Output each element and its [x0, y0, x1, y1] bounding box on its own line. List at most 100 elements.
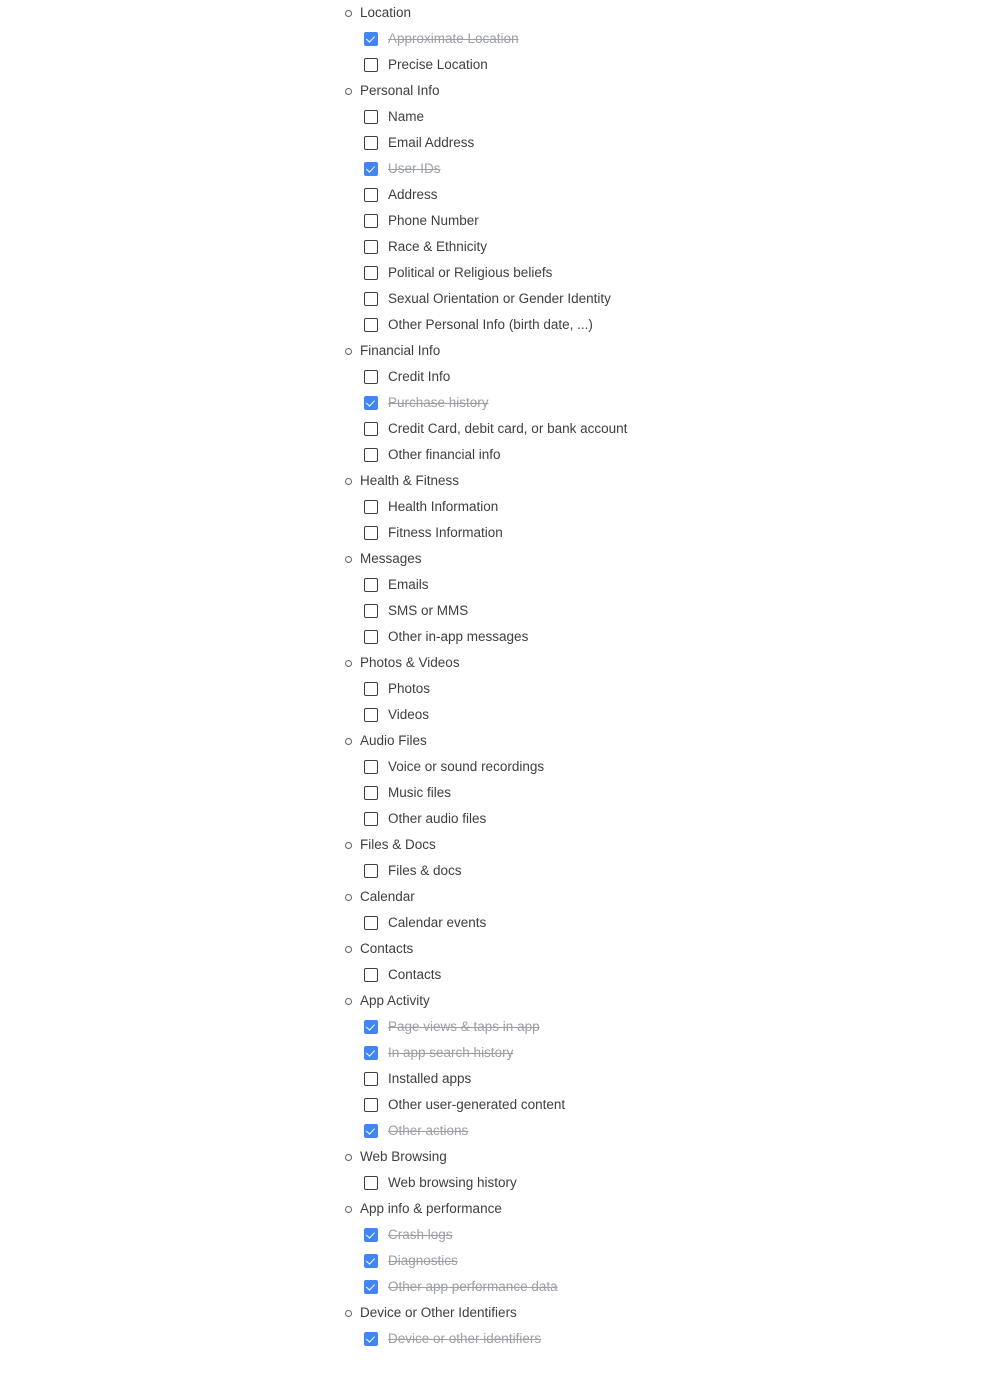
checkbox-unchecked-icon[interactable]: [364, 1098, 378, 1112]
checkbox-label: Phone Number: [388, 213, 479, 228]
checkbox-checked-icon[interactable]: [364, 1124, 378, 1138]
checkbox-unchecked-icon[interactable]: [364, 760, 378, 774]
checkbox-label: Precise Location: [388, 57, 488, 72]
checkbox-label: Device or other identifiers: [388, 1331, 542, 1346]
checkbox-unchecked-icon[interactable]: [364, 318, 378, 332]
circle-bullet-icon: [340, 556, 356, 563]
checkbox-row[interactable]: Emails: [340, 572, 980, 598]
checkbox-unchecked-icon[interactable]: [364, 864, 378, 878]
checkbox-row[interactable]: Diagnostics: [340, 1248, 980, 1274]
checkbox-checked-icon[interactable]: [364, 1046, 378, 1060]
checkbox-row[interactable]: Other audio files: [340, 806, 980, 832]
checkbox-row[interactable]: Other app performance data: [340, 1274, 980, 1300]
checkbox-unchecked-icon[interactable]: [364, 682, 378, 696]
checkbox-checked-icon[interactable]: [364, 1020, 378, 1034]
circle-bullet-icon: [340, 1154, 356, 1161]
checkbox-row[interactable]: Email Address: [340, 130, 980, 156]
checkbox-checked-icon[interactable]: [364, 1228, 378, 1242]
checkbox-row[interactable]: Credit Card, debit card, or bank account: [340, 416, 980, 442]
checkbox-row[interactable]: Contacts: [340, 962, 980, 988]
checkbox-row[interactable]: Web browsing history: [340, 1170, 980, 1196]
checkbox-unchecked-icon[interactable]: [364, 58, 378, 72]
checkbox-label: Credit Info: [388, 369, 451, 384]
checkbox-row[interactable]: User IDs: [340, 156, 980, 182]
checkbox-unchecked-icon[interactable]: [364, 604, 378, 618]
checkbox-unchecked-icon[interactable]: [364, 1072, 378, 1086]
checkbox-row[interactable]: Videos: [340, 702, 980, 728]
checkbox-unchecked-icon[interactable]: [364, 422, 378, 436]
checkbox-row[interactable]: Music files: [340, 780, 980, 806]
category-row[interactable]: Photos & Videos: [340, 650, 980, 676]
checkbox-label: Credit Card, debit card, or bank account: [388, 421, 628, 436]
checkbox-checked-icon[interactable]: [364, 162, 378, 176]
checkbox-row[interactable]: Credit Info: [340, 364, 980, 390]
category-row[interactable]: App Activity: [340, 988, 980, 1014]
checkbox-unchecked-icon[interactable]: [364, 136, 378, 150]
checkbox-row[interactable]: Approximate Location: [340, 26, 980, 52]
checkbox-row[interactable]: Other actions: [340, 1118, 980, 1144]
checkbox-checked-icon[interactable]: [364, 1280, 378, 1294]
checkbox-label: Name: [388, 109, 425, 124]
checkbox-row[interactable]: Precise Location: [340, 52, 980, 78]
checkbox-row[interactable]: Device or other identifiers: [340, 1326, 980, 1352]
checkbox-unchecked-icon[interactable]: [364, 188, 378, 202]
checkbox-unchecked-icon[interactable]: [364, 968, 378, 982]
checkbox-checked-icon[interactable]: [364, 396, 378, 410]
checkbox-row[interactable]: Page views & taps in app: [340, 1014, 980, 1040]
checkbox-unchecked-icon[interactable]: [364, 578, 378, 592]
checkbox-unchecked-icon[interactable]: [364, 630, 378, 644]
checkbox-row[interactable]: Political or Religious beliefs: [340, 260, 980, 286]
checkbox-unchecked-icon[interactable]: [364, 812, 378, 826]
checkbox-unchecked-icon[interactable]: [364, 526, 378, 540]
checkbox-unchecked-icon[interactable]: [364, 240, 378, 254]
checkbox-row[interactable]: Fitness Information: [340, 520, 980, 546]
checkbox-row[interactable]: Photos: [340, 676, 980, 702]
checkbox-row[interactable]: Name: [340, 104, 980, 130]
checkbox-checked-icon[interactable]: [364, 1332, 378, 1346]
checkbox-row[interactable]: Other financial info: [340, 442, 980, 468]
checkbox-row[interactable]: Address: [340, 182, 980, 208]
category-row[interactable]: Audio Files: [340, 728, 980, 754]
checkbox-row[interactable]: Calendar events: [340, 910, 980, 936]
checkbox-row[interactable]: Installed apps: [340, 1066, 980, 1092]
checkbox-row[interactable]: Voice or sound recordings: [340, 754, 980, 780]
checkbox-row[interactable]: Other in-app messages: [340, 624, 980, 650]
checkbox-checked-icon[interactable]: [364, 32, 378, 46]
checkbox-row[interactable]: Sexual Orientation or Gender Identity: [340, 286, 980, 312]
checkbox-unchecked-icon[interactable]: [364, 448, 378, 462]
checkbox-unchecked-icon[interactable]: [364, 916, 378, 930]
checkbox-row[interactable]: Purchase history: [340, 390, 980, 416]
checkbox-row[interactable]: Crash logs: [340, 1222, 980, 1248]
checkbox-unchecked-icon[interactable]: [364, 370, 378, 384]
checkbox-unchecked-icon[interactable]: [364, 786, 378, 800]
category-row[interactable]: Health & Fitness: [340, 468, 980, 494]
checkbox-unchecked-icon[interactable]: [364, 708, 378, 722]
checkbox-unchecked-icon[interactable]: [364, 214, 378, 228]
category-row[interactable]: Web Browsing: [340, 1144, 980, 1170]
category-row[interactable]: Financial Info: [340, 338, 980, 364]
checkbox-unchecked-icon[interactable]: [364, 266, 378, 280]
checkbox-label: Other user-generated content: [388, 1097, 566, 1112]
checkbox-row[interactable]: Other user-generated content: [340, 1092, 980, 1118]
checkbox-row[interactable]: In app search history: [340, 1040, 980, 1066]
category-row[interactable]: Personal Info: [340, 78, 980, 104]
checkbox-row[interactable]: Health Information: [340, 494, 980, 520]
checkbox-row[interactable]: Files & docs: [340, 858, 980, 884]
category-row[interactable]: Messages: [340, 546, 980, 572]
checkbox-label: Other app performance data: [388, 1279, 558, 1294]
category-row[interactable]: App info & performance: [340, 1196, 980, 1222]
checkbox-row[interactable]: Race & Ethnicity: [340, 234, 980, 260]
checkbox-row[interactable]: Phone Number: [340, 208, 980, 234]
checkbox-unchecked-icon[interactable]: [364, 110, 378, 124]
category-row[interactable]: Contacts: [340, 936, 980, 962]
category-row[interactable]: Location: [340, 0, 980, 26]
category-row[interactable]: Device or Other Identifiers: [340, 1300, 980, 1326]
checkbox-checked-icon[interactable]: [364, 1254, 378, 1268]
checkbox-row[interactable]: Other Personal Info (birth date, ...): [340, 312, 980, 338]
checkbox-unchecked-icon[interactable]: [364, 1176, 378, 1190]
category-row[interactable]: Calendar: [340, 884, 980, 910]
checkbox-row[interactable]: SMS or MMS: [340, 598, 980, 624]
checkbox-unchecked-icon[interactable]: [364, 500, 378, 514]
category-row[interactable]: Files & Docs: [340, 832, 980, 858]
checkbox-unchecked-icon[interactable]: [364, 292, 378, 306]
